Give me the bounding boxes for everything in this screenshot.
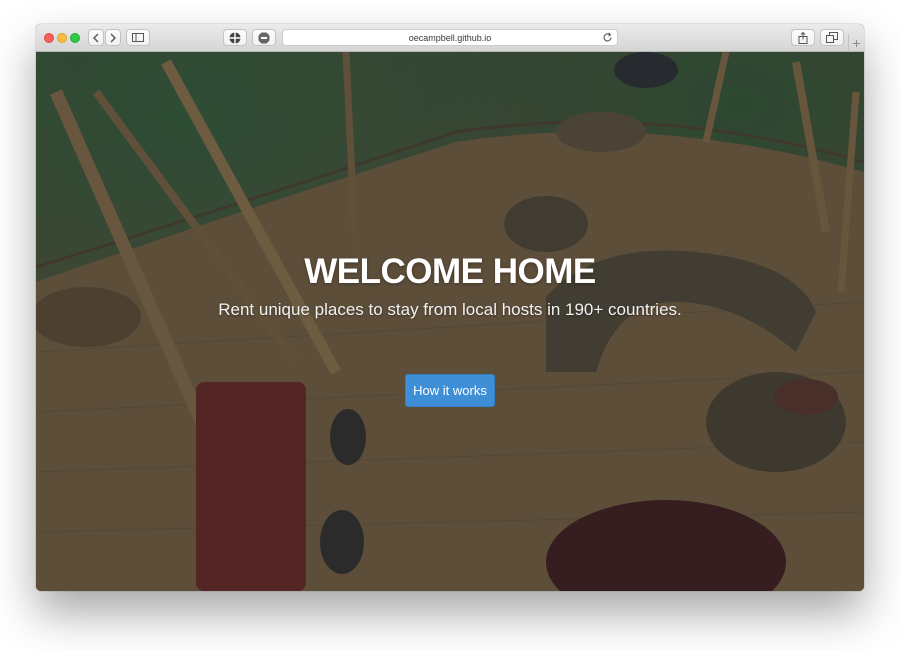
adblock-icon	[258, 32, 270, 43]
chevron-right-icon	[110, 33, 116, 42]
hero-dark-overlay	[36, 52, 864, 591]
how-it-works-button[interactable]: How it works	[405, 374, 495, 407]
website-settings-button[interactable]	[223, 29, 247, 46]
share-icon	[798, 31, 808, 44]
hero-subtitle: Rent unique places to stay from local ho…	[218, 300, 682, 319]
minimize-window-button[interactable]	[57, 33, 67, 43]
reload-icon[interactable]	[602, 32, 613, 43]
browser-toolbar: oecampbell.github.io +	[36, 24, 864, 52]
show-tabs-button[interactable]	[820, 29, 844, 46]
address-bar[interactable]: oecampbell.github.io	[282, 29, 618, 46]
close-window-button[interactable]	[44, 33, 54, 43]
hero-section: WELCOME HOME Rent unique places to stay …	[36, 52, 864, 591]
share-button[interactable]	[791, 29, 815, 46]
plus-icon: +	[852, 35, 861, 51]
sidebar-button[interactable]	[126, 29, 150, 46]
new-tab-button[interactable]: +	[848, 34, 864, 52]
website-settings-icon	[229, 32, 241, 43]
adblock-button[interactable]	[252, 29, 276, 46]
chevron-left-icon	[93, 33, 99, 42]
browser-window: oecampbell.github.io + WELCOME HOME Rent…	[36, 24, 864, 591]
tabs-icon	[826, 32, 838, 43]
hero-title: WELCOME HOME	[304, 252, 596, 291]
forward-button[interactable]	[105, 29, 121, 46]
sidebar-icon	[132, 33, 144, 42]
zoom-window-button[interactable]	[70, 33, 80, 43]
back-button[interactable]	[88, 29, 104, 46]
url-text: oecampbell.github.io	[408, 32, 492, 43]
